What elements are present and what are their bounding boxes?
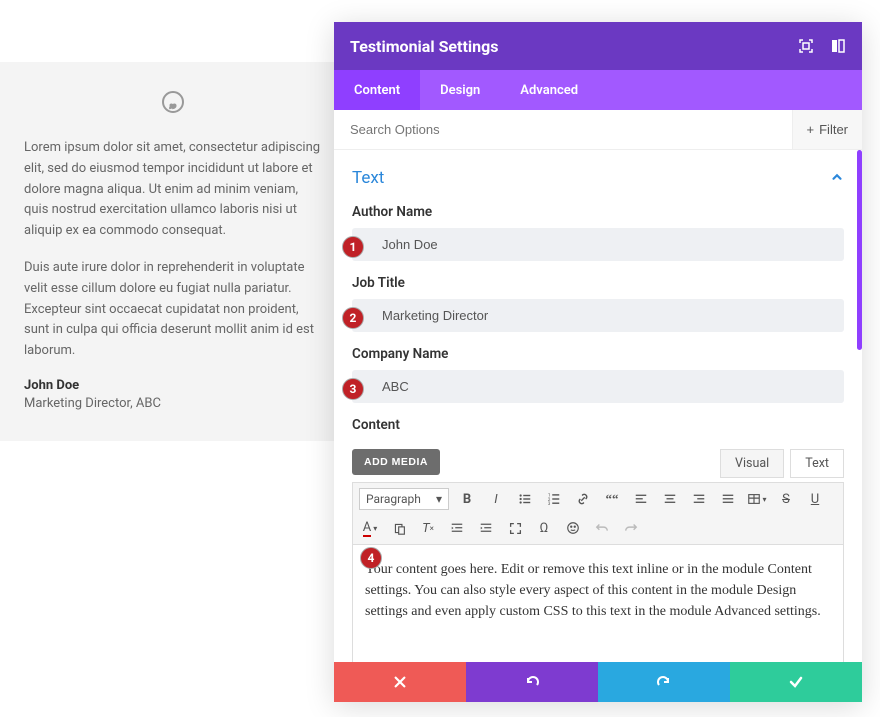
field-company-name: Company Name 3: [334, 340, 862, 411]
paste-icon[interactable]: [388, 517, 410, 539]
annotation-badge-1: 1: [342, 236, 364, 258]
editor-mode-visual[interactable]: Visual: [720, 449, 784, 478]
svg-text:3: 3: [548, 502, 551, 506]
blockquote-icon[interactable]: ““: [601, 488, 623, 510]
redo-icon[interactable]: [620, 517, 642, 539]
undo-button[interactable]: [466, 662, 598, 702]
undo-icon[interactable]: [591, 517, 613, 539]
align-left-icon[interactable]: [630, 488, 652, 510]
field-job-title: Job Title 2: [334, 269, 862, 340]
testimonial-paragraph: Lorem ipsum dolor sit amet, consectetur …: [24, 138, 322, 242]
settings-panel: Testimonial Settings Content Design Adva…: [334, 22, 862, 702]
annotation-badge-3: 3: [342, 378, 364, 400]
filter-label: Filter: [819, 122, 848, 137]
fullscreen-icon[interactable]: [504, 517, 526, 539]
job-title-label: Job Title: [352, 275, 844, 291]
testimonial-role: Marketing Director, ABC: [24, 396, 322, 411]
expand-icon[interactable]: [798, 38, 814, 54]
panel-body: Text Author Name 1 Job Title 2 Company N…: [334, 150, 862, 662]
bullet-list-icon[interactable]: [514, 488, 536, 510]
company-name-input[interactable]: [352, 370, 844, 403]
field-author-name: Author Name 1: [334, 198, 862, 269]
panel-title: Testimonial Settings: [350, 37, 498, 56]
align-center-icon[interactable]: [659, 488, 681, 510]
strikethrough-icon[interactable]: S: [775, 488, 797, 510]
search-row: + Filter: [334, 110, 862, 150]
company-name-label: Company Name: [352, 346, 844, 362]
clear-formatting-icon[interactable]: T×: [417, 517, 439, 539]
author-name-input[interactable]: [352, 228, 844, 261]
editor-toolbar: Paragraph ▾ B I 123 ““ ▾: [352, 482, 844, 545]
job-title-input[interactable]: [352, 299, 844, 332]
editor-mode-text[interactable]: Text: [790, 449, 844, 478]
tab-content[interactable]: Content: [334, 70, 420, 110]
cancel-button[interactable]: [334, 662, 466, 702]
save-button[interactable]: [730, 662, 862, 702]
numbered-list-icon[interactable]: 123: [543, 488, 565, 510]
testimonial-paragraph: Duis aute irure dolor in reprehenderit i…: [24, 258, 322, 362]
snap-icon[interactable]: [830, 38, 846, 54]
link-icon[interactable]: [572, 488, 594, 510]
testimonial-author: John Doe: [24, 378, 322, 393]
format-dropdown[interactable]: Paragraph ▾: [359, 488, 449, 510]
content-textarea[interactable]: Your content goes here. Edit or remove t…: [352, 545, 844, 662]
bold-icon[interactable]: B: [456, 488, 478, 510]
redo-button[interactable]: [598, 662, 730, 702]
tab-design[interactable]: Design: [420, 70, 500, 110]
search-input[interactable]: [334, 122, 792, 137]
italic-icon[interactable]: I: [485, 488, 507, 510]
field-content: Content: [334, 411, 862, 449]
chevron-down-icon: ▾: [436, 492, 442, 506]
indent-icon[interactable]: [475, 517, 497, 539]
table-icon[interactable]: ▾: [746, 488, 768, 510]
outdent-icon[interactable]: [446, 517, 468, 539]
testimonial-preview: ,, Lorem ipsum dolor sit amet, consectet…: [0, 62, 340, 441]
filter-button[interactable]: + Filter: [792, 110, 862, 149]
special-char-icon[interactable]: Ω: [533, 517, 555, 539]
tab-advanced[interactable]: Advanced: [500, 70, 598, 110]
plus-icon: +: [807, 122, 815, 137]
emoji-icon[interactable]: [562, 517, 584, 539]
quote-icon: ,,: [24, 90, 322, 120]
align-right-icon[interactable]: [688, 488, 710, 510]
annotation-badge-2: 2: [342, 307, 364, 329]
content-label: Content: [352, 417, 844, 433]
format-dropdown-label: Paragraph: [366, 492, 421, 506]
scrollbar-thumb[interactable]: [857, 150, 862, 350]
author-name-label: Author Name: [352, 204, 844, 220]
panel-header: Testimonial Settings: [334, 22, 862, 70]
chevron-up-icon: [830, 169, 844, 188]
annotation-badge-4: 4: [360, 547, 382, 569]
panel-footer: [334, 662, 862, 702]
align-justify-icon[interactable]: [717, 488, 739, 510]
add-media-button[interactable]: ADD MEDIA: [352, 449, 440, 475]
panel-tabs: Content Design Advanced: [334, 70, 862, 110]
section-text-header[interactable]: Text: [334, 160, 862, 198]
text-color-icon[interactable]: A▾: [359, 517, 381, 539]
content-editor: ADD MEDIA Visual Text Paragraph ▾ B I 12…: [334, 449, 862, 662]
svg-text:,,: ,,: [170, 95, 176, 109]
underline-icon[interactable]: U: [804, 488, 826, 510]
section-title: Text: [352, 168, 384, 188]
